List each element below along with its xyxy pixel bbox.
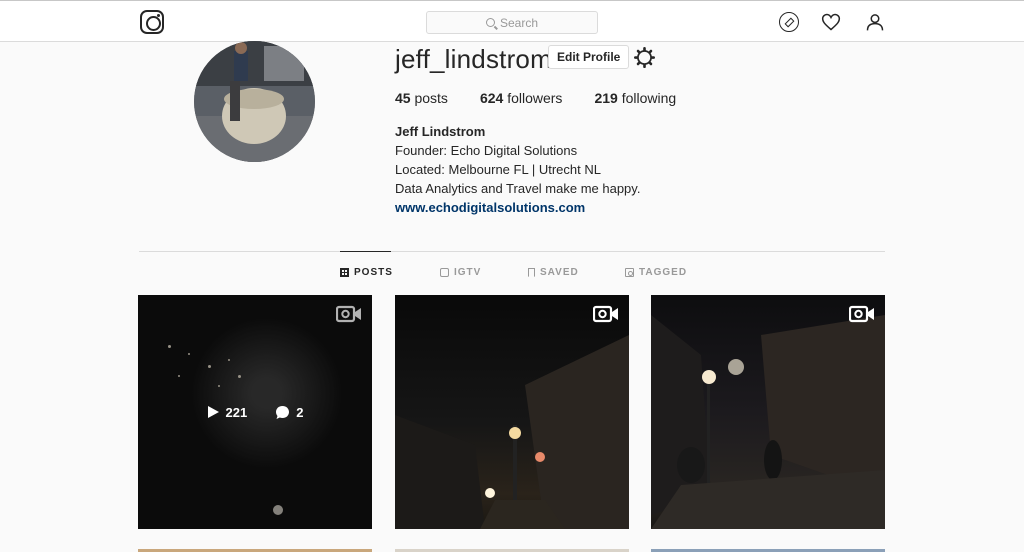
tab-igtv-label: IGTV xyxy=(454,267,482,278)
video-icon xyxy=(593,305,618,323)
tagged-person-icon xyxy=(625,268,634,277)
top-nav-bar: Search xyxy=(0,0,1024,42)
profile-full-name: Jeff Lindstrom xyxy=(395,124,486,139)
bio-line-3: Data Analytics and Travel make me happy. xyxy=(395,181,641,196)
search-input[interactable]: Search xyxy=(426,11,598,34)
tab-posts[interactable]: POSTS xyxy=(340,267,393,278)
posts-stat: 45 posts xyxy=(395,90,448,106)
tab-saved-label: SAVED xyxy=(540,267,579,278)
profile-avatar[interactable] xyxy=(194,41,315,162)
post-thumbnail-1[interactable]: 221 2 xyxy=(138,295,372,529)
bio-line-1: Founder: Echo Digital Solutions xyxy=(395,143,578,158)
followers-label: followers xyxy=(507,90,563,106)
profile-bio: Jeff Lindstrom Founder: Echo Digital Sol… xyxy=(395,122,640,217)
following-label: following xyxy=(621,90,677,106)
active-tab-indicator xyxy=(340,251,391,252)
profile-username: jeff_lindstrom xyxy=(395,44,552,74)
profile-website-link[interactable]: www.echodigitalsolutions.com xyxy=(395,198,640,217)
person-icon[interactable] xyxy=(865,12,885,32)
following-stat[interactable]: 219 following xyxy=(594,90,676,106)
comment-count-value: 2 xyxy=(296,404,304,420)
tab-posts-label: POSTS xyxy=(354,267,393,278)
post-thumbnail-3[interactable] xyxy=(651,295,885,529)
igtv-icon xyxy=(440,268,449,277)
heart-icon[interactable] xyxy=(821,12,841,32)
play-icon xyxy=(207,406,219,418)
followers-stat[interactable]: 624 followers xyxy=(480,90,563,106)
grid-icon xyxy=(340,268,349,277)
street-night-photo xyxy=(395,335,629,529)
posts-count: 45 xyxy=(395,90,411,106)
bio-line-2: Located: Melbourne FL | Utrecht NL xyxy=(395,162,601,177)
tab-tagged-label: TAGGED xyxy=(639,267,688,278)
bookmark-icon xyxy=(528,268,535,277)
play-count-value: 221 xyxy=(225,404,248,420)
posts-label: posts xyxy=(414,90,448,106)
video-icon xyxy=(849,305,874,323)
tabs-divider xyxy=(139,251,885,252)
tab-igtv[interactable]: IGTV xyxy=(440,267,481,278)
followers-count: 624 xyxy=(479,90,504,106)
street-night-photo xyxy=(651,315,885,529)
instagram-logo-icon[interactable] xyxy=(140,10,164,34)
play-count: 221 xyxy=(207,404,248,420)
search-icon xyxy=(485,18,495,27)
tab-saved[interactable]: SAVED xyxy=(528,267,579,278)
tab-tagged[interactable]: TAGGED xyxy=(625,267,687,278)
gear-icon[interactable] xyxy=(634,47,655,68)
comment-count: 2 xyxy=(275,405,303,420)
following-count: 219 xyxy=(594,90,618,106)
post-thumbnail-2[interactable] xyxy=(395,295,629,529)
compass-icon[interactable] xyxy=(779,12,799,32)
profile-stats: 45 posts 624 followers 219 following xyxy=(395,90,708,106)
post-hover-overlay: 221 2 xyxy=(138,295,372,529)
edit-profile-button[interactable]: Edit Profile xyxy=(548,45,630,69)
search-placeholder: Search xyxy=(499,15,539,30)
comment-icon xyxy=(276,405,290,419)
